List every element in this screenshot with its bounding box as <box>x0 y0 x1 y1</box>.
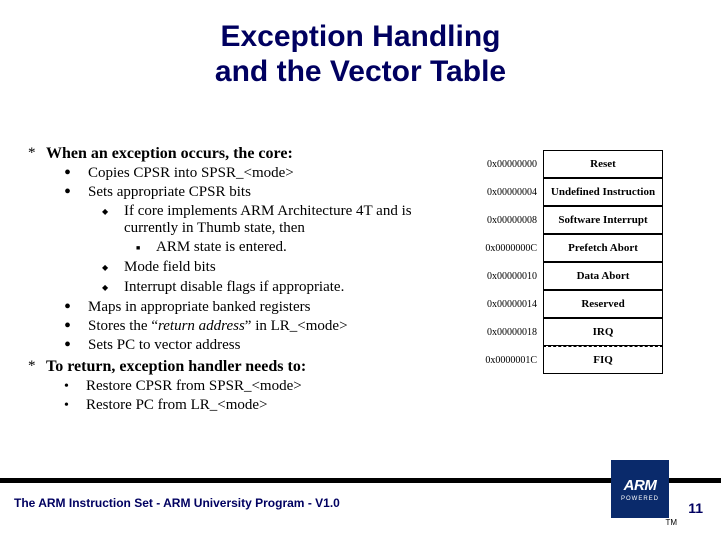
bullet-text: Sets appropriate CPSR bits <box>88 184 251 201</box>
arm-logo: ARM POWERED <box>611 460 669 518</box>
bullet-text: Interrupt disable flags if appropriate. <box>124 279 344 297</box>
text-fragment: ” in LR_<mode> <box>245 318 348 334</box>
list-item: • Sets PC to vector address <box>64 337 458 354</box>
square-bullet-icon: ◆ <box>102 279 124 297</box>
title-line-2: and the Vector Table <box>215 55 506 88</box>
logo-brand: ARM <box>624 477 657 494</box>
vector-table: 0x00000000 Reset 0x00000004 Undefined In… <box>473 150 663 374</box>
bullet-text: Restore CPSR from SPSR_<mode> <box>86 378 302 395</box>
list-item: • Restore PC from LR_<mode> <box>64 397 458 414</box>
bullet-icon: • <box>64 378 86 395</box>
table-row: 0x0000000C Prefetch Abort <box>473 234 663 262</box>
trademark-label: TM <box>665 518 677 527</box>
vector-address: 0x00000010 <box>473 271 543 282</box>
bullet-text: ARM state is entered. <box>156 239 287 257</box>
title-line-1: Exception Handling <box>220 20 500 53</box>
vector-label: Software Interrupt <box>543 206 663 234</box>
bullet-text: Stores the “return address” in LR_<mode> <box>88 318 348 335</box>
vector-address: 0x00000000 <box>473 159 543 170</box>
vector-label: Reserved <box>543 290 663 318</box>
bullet-icon: • <box>64 337 88 354</box>
section-heading: To return, exception handler needs to: <box>46 358 306 376</box>
bullet-text: If core implements ARM Architecture 4T a… <box>124 203 458 237</box>
bullet-icon: • <box>64 299 88 316</box>
footer-text: The ARM Instruction Set - ARM University… <box>14 496 340 510</box>
bullet-text: Sets PC to vector address <box>88 337 240 354</box>
table-row: 0x00000004 Undefined Instruction <box>473 178 663 206</box>
bullet-text: Mode field bits <box>124 259 216 277</box>
list-item: ■ ARM state is entered. <box>136 239 458 257</box>
vector-address: 0x0000001C <box>473 355 543 366</box>
table-row: 0x00000010 Data Abort <box>473 262 663 290</box>
text-fragment: Stores the “ <box>88 318 158 334</box>
vector-label: FIQ <box>543 346 663 374</box>
logo-tagline: POWERED <box>621 496 659 502</box>
page-number: 11 <box>688 500 703 516</box>
list-item: * When an exception occurs, the core: <box>28 145 458 163</box>
vector-address: 0x00000004 <box>473 187 543 198</box>
list-item: • Restore CPSR from SPSR_<mode> <box>64 378 458 395</box>
slide: Exception Handling and the Vector Table … <box>0 0 721 541</box>
star-bullet-icon: * <box>28 145 46 163</box>
list-item: * To return, exception handler needs to: <box>28 358 458 376</box>
vector-address: 0x00000014 <box>473 299 543 310</box>
table-row: 0x00000014 Reserved <box>473 290 663 318</box>
square-bullet-icon: ◆ <box>102 203 124 237</box>
table-row: 0x00000000 Reset <box>473 150 663 178</box>
table-row: 0x00000018 IRQ <box>473 318 663 346</box>
section-heading: When an exception occurs, the core: <box>46 145 293 163</box>
list-item: ◆ Interrupt disable flags if appropriate… <box>102 279 458 297</box>
list-item: ◆ If core implements ARM Architecture 4T… <box>102 203 458 237</box>
square-bullet-icon: ◆ <box>102 259 124 277</box>
bullet-icon: • <box>64 397 86 414</box>
list-item: • Maps in appropriate banked registers <box>64 299 458 316</box>
list-item: • Sets appropriate CPSR bits <box>64 184 458 201</box>
bullet-text: Maps in appropriate banked registers <box>88 299 310 316</box>
star-bullet-icon: * <box>28 358 46 376</box>
vector-address: 0x00000018 <box>473 327 543 338</box>
slide-title: Exception Handling and the Vector Table <box>0 0 721 89</box>
vector-label: Prefetch Abort <box>543 234 663 262</box>
list-item: ◆ Mode field bits <box>102 259 458 277</box>
list-item: • Copies CPSR into SPSR_<mode> <box>64 165 458 182</box>
list-item: • Stores the “return address” in LR_<mod… <box>64 318 458 335</box>
vector-label: Reset <box>543 150 663 178</box>
vector-label: Undefined Instruction <box>543 178 663 206</box>
vector-label: IRQ <box>543 318 663 346</box>
table-row: 0x00000008 Software Interrupt <box>473 206 663 234</box>
bullet-icon: • <box>64 184 88 201</box>
bullet-text: Copies CPSR into SPSR_<mode> <box>88 165 294 182</box>
vector-address: 0x0000000C <box>473 243 543 254</box>
vector-address: 0x00000008 <box>473 215 543 226</box>
square-bullet-icon: ■ <box>136 239 156 257</box>
bullet-icon: • <box>64 165 88 182</box>
vector-label: Data Abort <box>543 262 663 290</box>
body-content: * When an exception occurs, the core: • … <box>28 145 458 416</box>
table-row: 0x0000001C FIQ <box>473 346 663 374</box>
bullet-text: Restore PC from LR_<mode> <box>86 397 268 414</box>
text-emphasis: return address <box>158 318 245 334</box>
bullet-icon: • <box>64 318 88 335</box>
